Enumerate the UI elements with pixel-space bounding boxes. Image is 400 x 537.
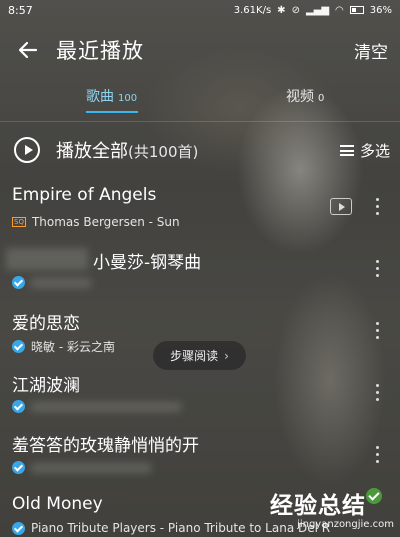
battery-level: 36%: [369, 4, 392, 16]
back-button[interactable]: [0, 22, 56, 78]
song-row[interactable]: 小曼莎-钢琴曲: [0, 238, 400, 300]
song-subtitle-row: SQ Thomas Bergersen - Sun: [12, 215, 180, 229]
active-tab-indicator: [86, 111, 138, 113]
status-time: 8:57: [8, 3, 33, 17]
more-options-icon[interactable]: [376, 384, 380, 404]
song-title: 江湖波澜: [12, 376, 80, 396]
obscured-subtitle: [31, 277, 91, 288]
song-subtitle-row: [12, 276, 91, 289]
network-speed: 3.61K/s: [233, 4, 272, 16]
watermark-check-icon: [366, 488, 382, 504]
page-title: 最近播放: [56, 39, 144, 63]
obscured-subtitle: [31, 401, 181, 412]
song-artist-album: Thomas Bergersen - Sun: [31, 215, 180, 229]
song-row[interactable]: 羞答答的玫瑰静悄悄的开: [0, 424, 400, 486]
sq-quality-badge: SQ: [12, 217, 26, 227]
status-icons: 3.61K/s ✱ ⊘ ▂▄▆ ◠ 36%: [234, 5, 392, 16]
clear-button[interactable]: 清空: [354, 38, 388, 63]
downloaded-check-icon: [12, 461, 25, 474]
battery-icon: [349, 6, 364, 14]
tab-songs[interactable]: 歌曲 100: [86, 86, 137, 106]
status-bar: 8:57 3.61K/s ✱ ⊘ ▂▄▆ ◠ 36%: [0, 0, 400, 20]
wifi-icon: ◠: [335, 4, 344, 16]
step-read-label: 步骤阅读: [170, 349, 219, 363]
alarm-off-icon: ⊘: [291, 4, 300, 16]
more-options-icon[interactable]: [376, 198, 380, 218]
more-options-icon[interactable]: [376, 322, 380, 342]
bluetooth-icon: ✱: [277, 4, 286, 16]
obscured-subtitle: [31, 462, 151, 473]
step-read-button[interactable]: 步骤阅读 ›: [153, 341, 246, 370]
song-subtitle-row: 晓敏 - 彩云之南: [12, 338, 115, 355]
multi-select-button[interactable]: 多选: [339, 140, 390, 161]
song-artist-album: Piano Tribute Players - Piano Tribute to…: [31, 521, 331, 535]
song-title: Old Money: [12, 494, 103, 514]
play-all-count: (共100首): [128, 143, 199, 161]
tab-songs-label: 歌曲: [86, 89, 114, 105]
song-subtitle-row: [12, 400, 181, 413]
song-title: 小曼莎-钢琴曲: [93, 253, 202, 273]
app-header: 最近播放 清空: [0, 22, 400, 78]
more-options-icon[interactable]: [376, 260, 380, 280]
song-title: 爱的思恋: [12, 314, 80, 334]
tab-videos[interactable]: 视频 0: [286, 86, 324, 106]
tab-songs-count: 100: [118, 93, 138, 104]
signal-icon: ▂▄▆: [305, 4, 330, 16]
song-subtitle-row: [12, 461, 151, 474]
play-all-icon[interactable]: [14, 137, 40, 163]
song-row[interactable]: 江湖波澜: [0, 362, 400, 424]
downloaded-check-icon: [12, 340, 25, 353]
downloaded-check-icon: [12, 400, 25, 413]
tab-videos-count: 0: [318, 93, 325, 104]
play-all-label: 播放全部: [56, 141, 128, 162]
chevron-right-icon: ›: [224, 348, 229, 363]
play-all-bar: 播放全部(共100首) 多选: [0, 128, 400, 172]
more-options-icon[interactable]: [376, 446, 380, 466]
tab-videos-label: 视频: [286, 89, 314, 105]
downloaded-check-icon: [12, 521, 25, 535]
play-all-button[interactable]: 播放全部(共100首): [56, 137, 198, 163]
downloaded-check-icon: [12, 276, 25, 289]
song-title: 羞答答的玫瑰静悄悄的开: [12, 436, 199, 456]
list-icon: [339, 145, 354, 156]
obscured-text: [6, 248, 88, 270]
watermark-url: jingyanzongjie.com: [297, 519, 394, 530]
watermark-title: 经验总结: [270, 493, 366, 519]
song-row[interactable]: Empire of Angels SQ Thomas Bergersen - S…: [0, 176, 400, 238]
tab-bar: 歌曲 100 视频 0: [0, 86, 400, 118]
song-artist-album: 晓敏 - 彩云之南: [31, 340, 115, 354]
multi-select-label: 多选: [359, 142, 390, 160]
back-arrow-icon: [18, 41, 38, 59]
song-title: Empire of Angels: [12, 185, 157, 205]
divider: [0, 121, 400, 122]
mv-play-icon[interactable]: [330, 198, 352, 215]
